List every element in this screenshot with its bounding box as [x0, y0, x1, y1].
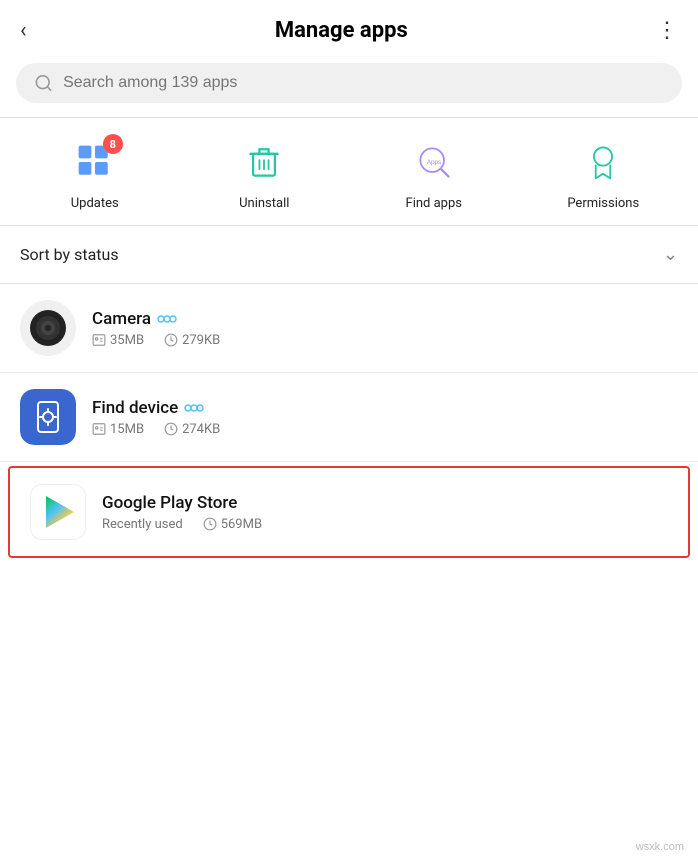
find-device-app-icon: [20, 389, 76, 445]
camera-app-icon: [20, 300, 76, 356]
search-bar[interactable]: [16, 63, 682, 103]
find-device-app-name: Find device: [92, 398, 178, 418]
back-button[interactable]: ‹: [20, 18, 27, 43]
app-item-camera[interactable]: Camera 35MB: [0, 284, 698, 373]
camera-size: 35MB: [92, 333, 144, 348]
camera-dots: [157, 313, 177, 325]
storage-icon-2: [164, 422, 178, 436]
quick-actions-row: 8 Updates Uninstall: [0, 118, 698, 225]
find-device-icon-bg: [20, 389, 76, 445]
find-device-name-row: Find device: [92, 398, 678, 418]
app-list: Camera 35MB: [0, 284, 698, 558]
search-bar-wrap: [0, 57, 698, 117]
size-icon-2: [92, 422, 106, 436]
camera-app-meta: 35MB 279KB: [92, 333, 678, 348]
header: ‹ Manage apps ⋮: [0, 0, 698, 57]
permissions-label: Permissions: [567, 196, 639, 211]
find-device-dots: [184, 402, 204, 414]
permissions-icon: [583, 142, 623, 182]
camera-icon-svg: [20, 300, 76, 356]
app-item-find-device[interactable]: Find device 15MB: [0, 373, 698, 462]
app-item-play-store[interactable]: Google Play Store Recently used 569MB: [8, 466, 690, 558]
play-store-icon-svg: [38, 492, 78, 532]
quick-action-updates[interactable]: 8 Updates: [55, 136, 135, 211]
find-device-icon-svg: [31, 400, 65, 434]
find-device-app-info: Find device 15MB: [92, 398, 678, 437]
camera-name-row: Camera: [92, 309, 678, 329]
camera-app-name: Camera: [92, 309, 151, 329]
find-apps-label: Find apps: [406, 196, 462, 211]
find-apps-icon-wrap: Apps: [408, 136, 460, 188]
find-device-extra: 274KB: [164, 422, 220, 437]
storage-icon: [164, 333, 178, 347]
page-title: Manage apps: [275, 18, 408, 43]
find-device-size: 15MB: [92, 422, 144, 437]
find-apps-icon: Apps: [414, 142, 454, 182]
play-store-status: Recently used: [102, 517, 183, 532]
svg-text:Apps: Apps: [426, 159, 441, 166]
watermark: wsxk.com: [636, 841, 684, 853]
uninstall-icon: [244, 142, 284, 182]
quick-action-find-apps[interactable]: Apps Find apps: [394, 136, 474, 211]
permissions-icon-wrap: [577, 136, 629, 188]
play-store-app-icon: [30, 484, 86, 540]
storage-icon-3: [203, 517, 217, 531]
play-store-app-name: Google Play Store: [102, 493, 237, 513]
play-store-app-info: Google Play Store Recently used 569MB: [102, 493, 668, 532]
camera-extra: 279KB: [164, 333, 220, 348]
updates-label: Updates: [71, 196, 119, 211]
size-icon: [92, 333, 106, 347]
sort-row[interactable]: Sort by status ⌄: [0, 226, 698, 283]
camera-app-info: Camera 35MB: [92, 309, 678, 348]
search-input[interactable]: [63, 74, 664, 92]
play-store-name-row: Google Play Store: [102, 493, 668, 513]
search-icon: [34, 73, 53, 93]
more-menu-button[interactable]: ⋮: [656, 18, 678, 43]
find-device-app-meta: 15MB 274KB: [92, 422, 678, 437]
sort-label: Sort by status: [20, 245, 119, 264]
quick-action-permissions[interactable]: Permissions: [563, 136, 643, 211]
play-store-app-meta: Recently used 569MB: [102, 517, 668, 532]
uninstall-label: Uninstall: [239, 196, 289, 211]
play-store-size: 569MB: [203, 517, 262, 532]
updates-badge: 8: [103, 134, 123, 154]
quick-action-uninstall[interactable]: Uninstall: [224, 136, 304, 211]
sort-chevron-icon: ⌄: [663, 244, 678, 265]
updates-icon-wrap: 8: [69, 136, 121, 188]
uninstall-icon-wrap: [238, 136, 290, 188]
